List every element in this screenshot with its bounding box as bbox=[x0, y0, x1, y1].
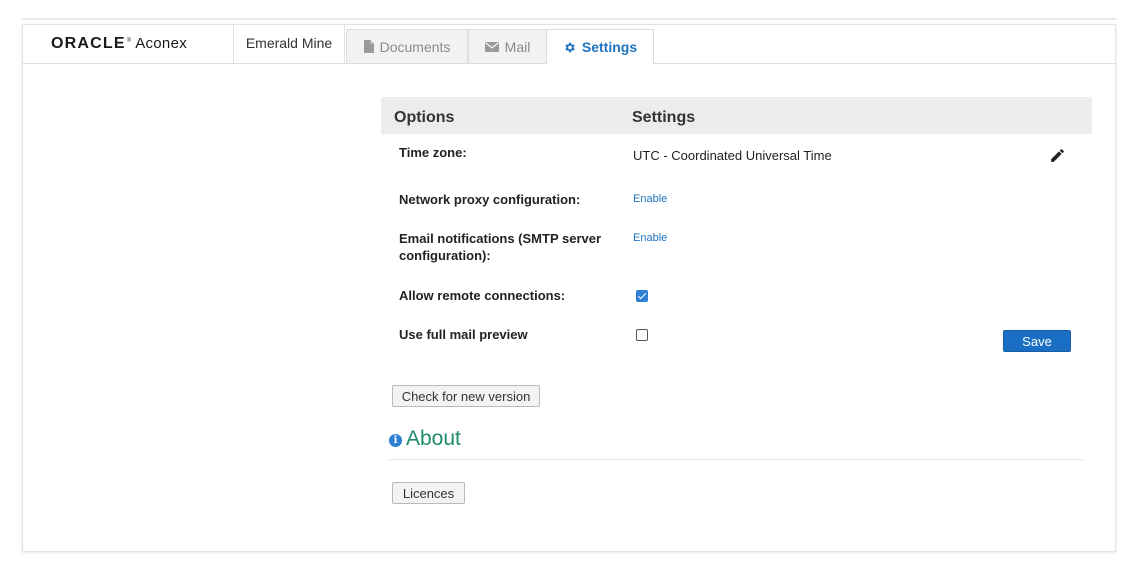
tab-settings-label: Settings bbox=[581, 39, 638, 55]
info-icon: i bbox=[389, 433, 402, 447]
full-mail-preview-checkbox[interactable] bbox=[636, 329, 648, 341]
tab-documents[interactable]: Documents bbox=[346, 29, 468, 63]
save-button[interactable]: Save bbox=[1003, 330, 1071, 352]
tab-mail-label: Mail bbox=[504, 38, 531, 55]
about-divider bbox=[389, 459, 1083, 460]
about-heading: i About bbox=[389, 427, 461, 451]
smtp-enable-link[interactable]: Enable bbox=[633, 232, 667, 244]
top-divider bbox=[22, 18, 1116, 20]
project-name-tab[interactable]: Emerald Mine bbox=[233, 25, 345, 63]
document-icon bbox=[363, 40, 374, 53]
envelope-icon bbox=[484, 41, 499, 52]
email-notifications-label: Email notifications (SMTP server configu… bbox=[399, 231, 602, 263]
settings-column-header: Settings bbox=[632, 109, 696, 126]
about-title: About bbox=[406, 427, 461, 450]
network-proxy-label: Network proxy configuration: bbox=[399, 192, 581, 207]
timezone-value: UTC - Coordinated Universal Time bbox=[633, 148, 832, 163]
full-mail-preview-label: Use full mail preview bbox=[399, 327, 528, 342]
logo-registered-mark: ® bbox=[126, 38, 132, 44]
logo-oracle-text: ORACLE bbox=[51, 35, 126, 52]
pencil-icon[interactable] bbox=[1049, 147, 1066, 164]
tab-documents-label: Documents bbox=[379, 38, 451, 55]
tab-mail[interactable]: Mail bbox=[468, 29, 547, 63]
settings-table-header: Options Settings bbox=[381, 97, 1092, 134]
network-proxy-enable-link[interactable]: Enable bbox=[633, 193, 667, 205]
remote-connections-label: Allow remote connections: bbox=[399, 288, 566, 303]
oracle-aconex-logo: ORACLE ® Aconex bbox=[51, 35, 187, 55]
logo-product-text: Aconex bbox=[135, 35, 188, 52]
options-column-header: Options bbox=[394, 109, 455, 126]
tab-bar: ORACLE ® Aconex Emerald Mine Documents M… bbox=[23, 25, 1115, 64]
licences-button[interactable]: Licences bbox=[392, 482, 465, 504]
project-name: Emerald Mine bbox=[245, 35, 333, 51]
remote-connections-checkbox[interactable] bbox=[636, 290, 648, 302]
gear-icon bbox=[565, 42, 575, 52]
tab-settings[interactable]: Settings bbox=[546, 29, 654, 64]
timezone-label: Time zone: bbox=[399, 145, 467, 160]
check-new-version-button[interactable]: Check for new version bbox=[392, 385, 540, 407]
app-window: ORACLE ® Aconex Emerald Mine Documents M… bbox=[22, 24, 1116, 552]
